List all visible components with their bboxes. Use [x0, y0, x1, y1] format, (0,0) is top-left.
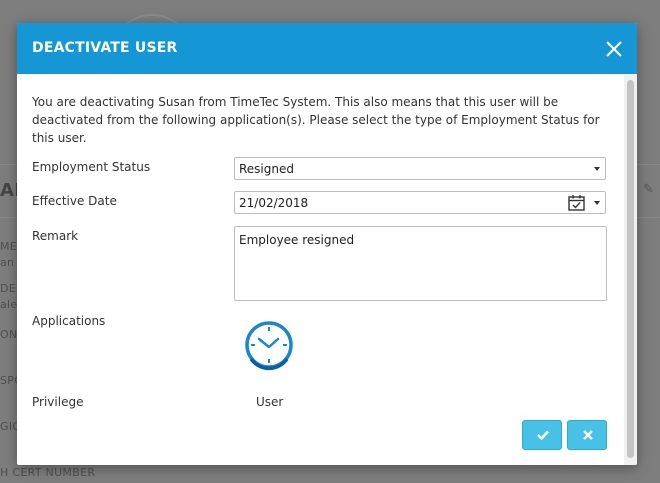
privilege-label: Privilege	[32, 395, 84, 409]
dialog-header: DEACTIVATE USER	[17, 23, 637, 74]
deactivate-user-dialog: DEACTIVATE USER You are deactivating Sus…	[17, 23, 637, 465]
x-icon	[583, 430, 593, 440]
chevron-down-icon	[594, 167, 600, 171]
remark-label: Remark	[32, 229, 79, 243]
remark-textarea[interactable]: Employee resigned	[234, 226, 607, 301]
clock-icon	[243, 319, 295, 375]
employment-status-select[interactable]: Resigned	[234, 157, 606, 180]
effective-date-value: 21/02/2018	[239, 196, 309, 210]
bg-value-name: an	[0, 256, 15, 269]
chevron-down-icon[interactable]	[594, 201, 600, 205]
check-icon	[537, 430, 549, 441]
calendar-icon[interactable]	[568, 194, 585, 215]
scrollbar-thumb[interactable]	[627, 80, 634, 458]
dialog-body: You are deactivating Susan from TimeTec …	[17, 74, 637, 465]
employment-status-label: Employment Status	[32, 160, 151, 174]
effective-date-label: Effective Date	[32, 194, 117, 208]
dialog-title: DEACTIVATE USER	[32, 40, 178, 56]
intro-text: You are deactivating Susan from TimeTec …	[32, 95, 600, 145]
close-button[interactable]	[603, 38, 625, 60]
remark-value: Employee resigned	[239, 233, 355, 247]
cancel-button[interactable]	[567, 420, 607, 450]
bg-value-gender: ale	[0, 298, 18, 311]
bg-label-birth-cert: H CERT NUMBER	[0, 466, 96, 479]
privilege-value: User	[256, 395, 284, 409]
employment-status-value: Resigned	[239, 162, 294, 176]
bg-label-name: ME	[0, 240, 18, 253]
close-icon	[606, 41, 622, 57]
effective-date-picker[interactable]: 21/02/2018	[234, 191, 606, 214]
edit-pencil-icon: ✎	[643, 182, 654, 197]
bg-label-nationality: ON	[0, 328, 18, 341]
confirm-button[interactable]	[522, 420, 562, 450]
scrollbar[interactable]	[624, 74, 637, 465]
applications-label: Applications	[32, 314, 106, 328]
